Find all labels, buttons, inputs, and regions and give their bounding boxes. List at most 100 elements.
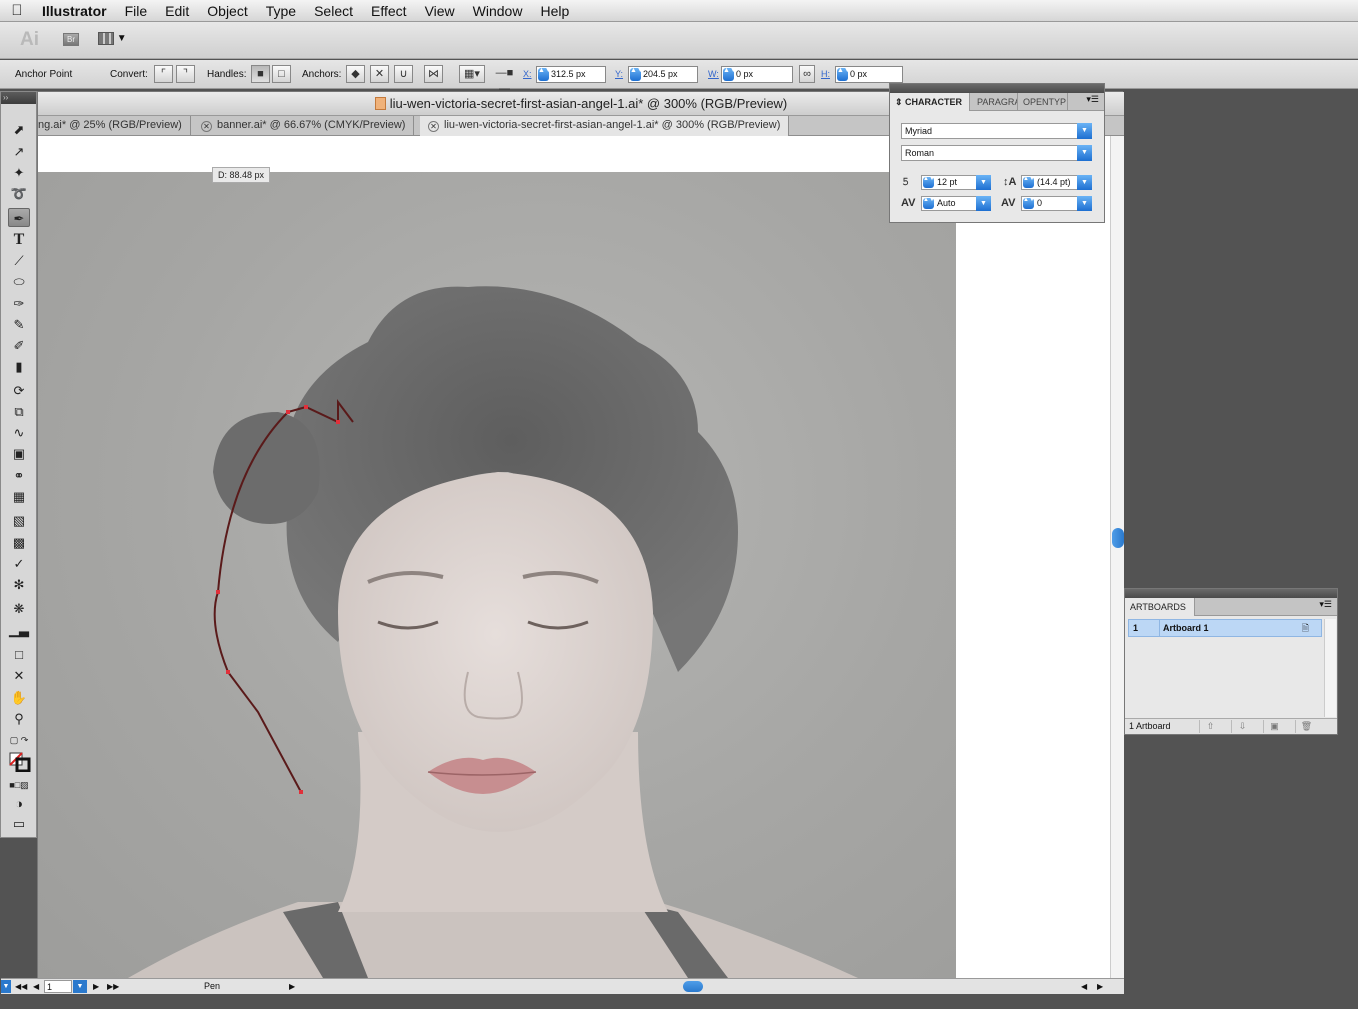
panel-menu-icon[interactable]: ▾☰	[1086, 94, 1099, 105]
menu-effect[interactable]: Effect	[362, 3, 416, 19]
hide-handles-button[interactable]: □	[272, 65, 291, 83]
font-style-select[interactable]: Roman ▼	[901, 145, 1092, 161]
tab-artboards[interactable]: ARTBOARDS	[1125, 598, 1195, 616]
close-icon[interactable]: ✕	[201, 121, 212, 132]
zoom-tool-icon[interactable]: ⚲	[8, 709, 30, 728]
connect-anchors-button[interactable]: ∪	[394, 65, 413, 83]
gradient-tool-icon[interactable]: ▩	[8, 533, 30, 552]
tools-panel-grip[interactable]: ››	[1, 92, 36, 104]
color-mode-icon[interactable]: ■□▨	[8, 776, 30, 795]
previous-artboard-icon[interactable]: ◀	[33, 980, 39, 993]
first-artboard-icon[interactable]: ◀◀	[15, 980, 27, 993]
leading-field[interactable]: ▲▼ (14.4 pt) ▼	[1021, 175, 1092, 190]
cut-path-button[interactable]: ⋈	[424, 65, 443, 83]
slice-tool-icon[interactable]: ✕	[8, 666, 30, 685]
remove-anchor-button[interactable]: ✕	[370, 65, 389, 83]
kerning-field[interactable]: ▲▼ Auto ▼	[921, 196, 991, 211]
y-stepper-icon[interactable]: ▲▼	[630, 67, 644, 81]
w-field[interactable]: ▲▼ 0 px	[721, 66, 793, 83]
scroll-left-icon[interactable]: ◀	[1081, 980, 1087, 993]
column-graph-tool-icon[interactable]: ▁▃	[8, 620, 30, 639]
app-menu[interactable]: Illustrator	[34, 3, 116, 19]
hand-tool-icon[interactable]: ✋	[8, 688, 30, 707]
menu-file[interactable]: File	[116, 3, 157, 19]
new-artboard-icon[interactable]: ▣	[1263, 720, 1285, 733]
lasso-tool-icon[interactable]: ➰	[8, 184, 30, 203]
menu-object[interactable]: Object	[198, 3, 256, 19]
tracking-field[interactable]: ▲▼ 0 ▼	[1021, 196, 1092, 211]
next-artboard-icon[interactable]: ▶	[93, 980, 99, 993]
constrain-proportions-icon[interactable]: ∞	[799, 65, 815, 83]
kerning-stepper-icon[interactable]: ▲▼	[923, 197, 935, 209]
artboard-tool-icon[interactable]: □	[8, 645, 30, 664]
font-size-stepper-icon[interactable]: ▲▼	[923, 176, 935, 188]
convert-smooth-button[interactable]: ⌝	[176, 65, 195, 83]
x-stepper-icon[interactable]: ▲▼	[538, 67, 552, 81]
last-artboard-icon[interactable]: ▶▶	[107, 980, 119, 993]
mesh-tool-icon[interactable]: ▧	[8, 511, 30, 530]
eraser-tool-icon[interactable]: ▮	[8, 357, 30, 376]
menu-type[interactable]: Type	[257, 3, 305, 19]
horizontal-scroll-thumb[interactable]	[683, 981, 703, 992]
panel-grip[interactable]	[890, 84, 1104, 93]
artboard-options-icon[interactable]: 🗎	[1302, 620, 1309, 636]
delete-artboard-icon[interactable]: 🗑	[1295, 720, 1317, 733]
default-colors-icon[interactable]: ▢ ↷	[8, 731, 30, 750]
blend-tool-icon[interactable]: ✻	[8, 575, 30, 594]
rotate-tool-icon[interactable]: ⟳	[8, 381, 30, 400]
direct-selection-tool-icon[interactable]: ↗	[8, 142, 30, 161]
magic-wand-tool-icon[interactable]: ✦	[8, 163, 30, 182]
panel-grip[interactable]	[1125, 589, 1337, 598]
symbol-sprayer-tool-icon[interactable]: ❋	[8, 599, 30, 618]
vertical-scrollbar[interactable]	[1110, 136, 1124, 978]
type-tool-icon[interactable]: T	[8, 230, 30, 249]
arrange-documents-button[interactable]: ▼	[98, 32, 130, 48]
tab-character[interactable]: ⇕ CHARACTER	[890, 93, 970, 111]
w-stepper-icon[interactable]: ▲▼	[723, 67, 737, 81]
scale-tool-icon[interactable]: ⧉	[8, 402, 30, 421]
paintbrush-tool-icon[interactable]: ✑	[8, 294, 30, 313]
blob-brush-tool-icon[interactable]: ✐	[8, 336, 30, 355]
scroll-right-icon[interactable]: ▶	[1097, 980, 1103, 993]
artboard-number-field[interactable]: 1	[44, 980, 72, 993]
artboard-row[interactable]: 1 Artboard 1 🗎	[1128, 619, 1322, 637]
status-menu-arrow-icon[interactable]: ▶	[289, 980, 295, 993]
y-field[interactable]: ▲▼ 204.5 px	[628, 66, 698, 83]
eyedropper-tool-icon[interactable]: ✓	[8, 554, 30, 573]
perspective-grid-tool-icon[interactable]: ▦	[8, 487, 30, 506]
convert-corner-button[interactable]: ⌜	[154, 65, 173, 83]
bridge-button[interactable]: Br	[63, 33, 79, 46]
screen-mode-icon[interactable]: ▭	[8, 814, 30, 833]
pencil-tool-icon[interactable]: ✎	[8, 315, 30, 334]
pen-tool-icon[interactable]: ✒	[8, 208, 30, 227]
fill-stroke-icon[interactable]	[8, 752, 32, 773]
tab-paragraph[interactable]: PARAGRA	[972, 93, 1018, 111]
menu-select[interactable]: Select	[305, 3, 362, 19]
x-field[interactable]: ▲▼ 312.5 px	[536, 66, 606, 83]
show-anchors-button[interactable]: ◆	[346, 65, 365, 83]
tab-document-1[interactable]: ng.ai* @ 25% (RGB/Preview)	[30, 116, 191, 136]
warp-tool-icon[interactable]: ∿	[8, 423, 30, 442]
artboards-scrollbar[interactable]	[1324, 619, 1336, 717]
line-segment-tool-icon[interactable]: ⟋	[8, 251, 30, 270]
font-size-field[interactable]: ▲▼ 12 pt ▼	[921, 175, 991, 190]
tab-banner[interactable]: ✕ banner.ai* @ 66.67% (CMYK/Preview)	[193, 116, 415, 136]
show-handles-button[interactable]: ■	[251, 65, 270, 83]
apple-menu-icon[interactable]: 	[0, 2, 34, 19]
menu-view[interactable]: View	[416, 3, 464, 19]
selection-tool-icon[interactable]: ⬈	[8, 120, 30, 139]
h-stepper-icon[interactable]: ▲▼	[837, 67, 851, 81]
artboard-canvas[interactable]: D: 88.48 px	[38, 136, 1110, 978]
tracking-stepper-icon[interactable]: ▲▼	[1023, 197, 1035, 209]
h-field[interactable]: ▲▼ 0 px	[835, 66, 903, 83]
panel-menu-icon[interactable]: ▾☰	[1319, 599, 1332, 610]
tab-opentype[interactable]: OPENTYP	[1018, 93, 1068, 111]
menu-window[interactable]: Window	[464, 3, 532, 19]
free-transform-tool-icon[interactable]: ▣	[8, 444, 30, 463]
tab-liu-wen[interactable]: ✕ liu-wen-victoria-secret-first-asian-ang…	[420, 116, 790, 136]
artboard-dropdown-icon[interactable]: ▼	[73, 980, 87, 993]
move-up-icon[interactable]: ⇧	[1199, 720, 1221, 733]
ellipse-tool-icon[interactable]: ⬭	[8, 272, 30, 291]
drawing-mode-icon[interactable]: ◑	[8, 794, 30, 813]
close-icon[interactable]: ✕	[428, 121, 439, 132]
